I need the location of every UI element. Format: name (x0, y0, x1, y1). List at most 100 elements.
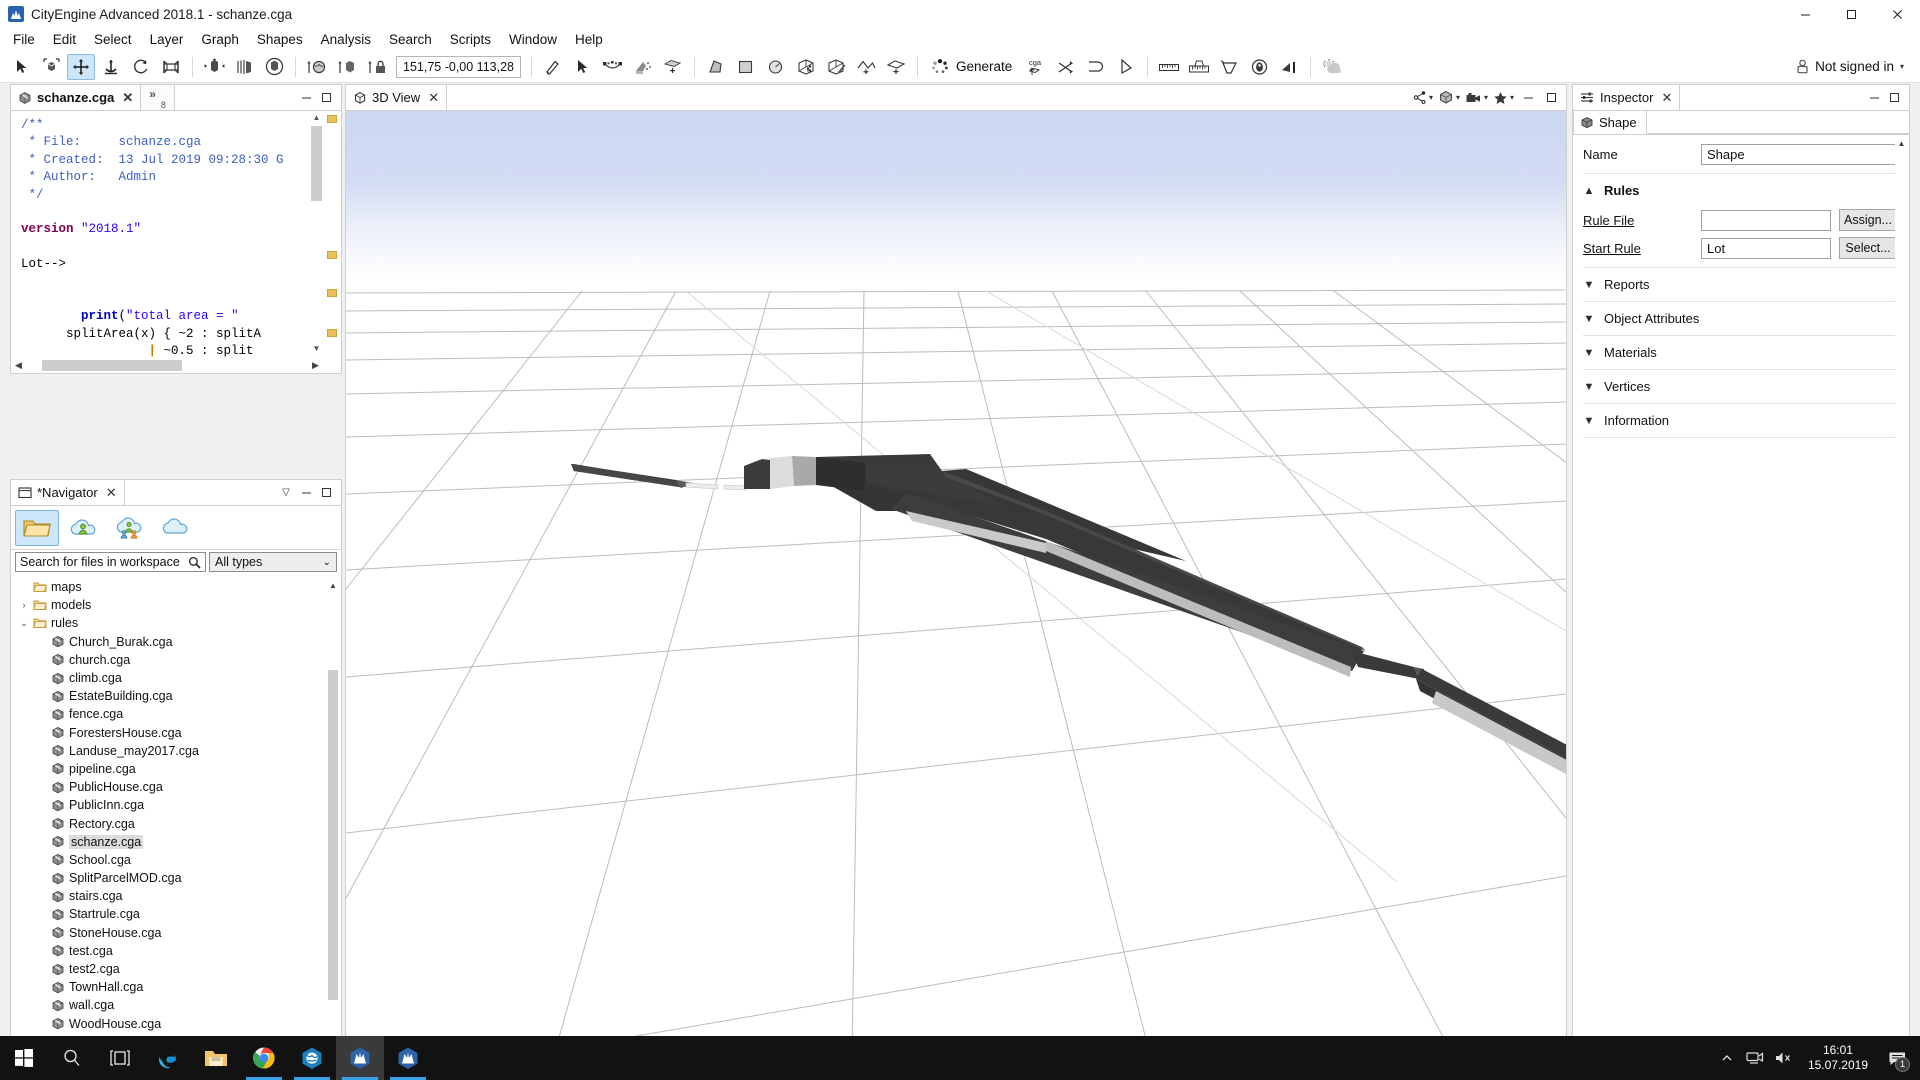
tree-folder-row[interactable]: ⌄ rules (11, 614, 341, 632)
navigator-vertical-scrollbar[interactable]: ▲ ▼ (326, 578, 340, 1080)
generate-button[interactable]: Generate (924, 54, 1021, 80)
editor-hscroll-thumb[interactable] (42, 360, 182, 371)
name-input[interactable]: Shape (1701, 144, 1897, 165)
menu-analysis[interactable]: Analysis (312, 30, 380, 49)
search-input-wrapper[interactable] (15, 552, 206, 572)
notification-center-button[interactable]: 1 (1880, 1036, 1914, 1080)
rectangular-shape-tool-icon[interactable] (732, 54, 760, 80)
tree-file-row[interactable]: SplitParcelMOD.cga (11, 869, 341, 887)
inspector-maximize-button[interactable] (1885, 89, 1903, 107)
groups-content-button[interactable] (107, 510, 151, 546)
duplicate-tool-icon[interactable] (230, 54, 258, 80)
plane-tool-icon[interactable] (882, 54, 910, 80)
tree-file-row[interactable]: schanze.cga (11, 833, 341, 851)
editor-scroll-up-icon[interactable]: ▲ (310, 111, 323, 124)
measure-tool-icon[interactable] (1155, 54, 1183, 80)
navigator-scroll-up-icon[interactable]: ▲ (326, 578, 340, 592)
my-content-button[interactable] (61, 510, 105, 546)
tree-file-row[interactable]: test2.cga (11, 960, 341, 978)
assign-button[interactable]: Assign... (1839, 209, 1897, 231)
inspector-minimize-button[interactable] (1865, 89, 1883, 107)
search-input[interactable] (20, 555, 188, 569)
viewport-maximize-button[interactable] (1542, 89, 1560, 107)
tray-expand-icon[interactable] (1714, 1036, 1740, 1080)
editor-tab-close-icon[interactable]: ✕ (122, 91, 133, 104)
volume-muted-icon[interactable] (1770, 1036, 1796, 1080)
section-materials[interactable]: ▼ Materials (1573, 336, 1909, 369)
camera-bookmark-button[interactable]: ▾ (1465, 91, 1488, 105)
tree-file-row[interactable]: School.cga (11, 851, 341, 869)
inspector-tab[interactable]: Inspector ✕ (1573, 85, 1681, 110)
menu-help[interactable]: Help (566, 30, 612, 49)
editor-tab-overflow[interactable]: » 8 (141, 85, 175, 110)
start-button[interactable] (0, 1036, 48, 1080)
editor-overview-ruler[interactable] (325, 111, 339, 355)
menu-search[interactable]: Search (380, 30, 441, 49)
navigator-minimize-button[interactable] (297, 484, 315, 502)
menu-window[interactable]: Window (500, 30, 566, 49)
tree-folder-row[interactable]: › models (11, 596, 341, 614)
measure-area-tool-icon[interactable] (1185, 54, 1213, 80)
tree-file-row[interactable]: fence.cga (11, 705, 341, 723)
window-maximize-button[interactable] (1828, 0, 1874, 28)
tree-file-row[interactable]: climb.cga (11, 669, 341, 687)
editor-vertical-scrollbar[interactable]: ▲ ▼ (310, 111, 323, 355)
editor-maximize-button[interactable] (317, 89, 335, 107)
menu-select[interactable]: Select (85, 30, 141, 49)
menu-scripts[interactable]: Scripts (441, 30, 500, 49)
navigator-view-menu-icon[interactable]: ▽ (277, 484, 295, 502)
viewport-3d-canvas[interactable] (346, 111, 1566, 1080)
menu-layer[interactable]: Layer (141, 30, 193, 49)
overview-marker[interactable] (327, 251, 337, 259)
tree-file-row[interactable]: test.cga (11, 942, 341, 960)
start-rule-input[interactable]: Lot (1701, 237, 1831, 259)
model-display-button[interactable]: ▾ (1438, 90, 1460, 105)
arcgis-earth-icon[interactable] (288, 1036, 336, 1080)
tree-file-row[interactable]: Rectory.cga (11, 814, 341, 832)
sun-tool-icon[interactable] (1318, 54, 1346, 80)
curve-street-tool-icon[interactable] (599, 54, 627, 80)
section-reports[interactable]: ▼ Reports (1573, 268, 1909, 301)
menu-shapes[interactable]: Shapes (248, 30, 312, 49)
start-rule-label[interactable]: Start Rule (1583, 241, 1693, 256)
editor-scroll-left-icon[interactable]: ◀ (11, 360, 26, 371)
editor-scroll-right-icon[interactable]: ▶ (308, 360, 323, 371)
align-scene-to-terrain-tool-icon[interactable] (303, 54, 331, 80)
section-rules[interactable]: ▲ Rules (1573, 174, 1909, 207)
window-minimize-button[interactable] (1782, 0, 1828, 28)
edge-icon[interactable] (144, 1036, 192, 1080)
tree-file-row[interactable]: Landuse_may2017.cga (11, 742, 341, 760)
stretch-tool-icon[interactable] (157, 54, 185, 80)
navigator-maximize-button[interactable] (317, 484, 335, 502)
network-icon[interactable] (1742, 1036, 1768, 1080)
align-shapes-tool-icon[interactable] (333, 54, 361, 80)
taskbar-clock[interactable]: 16:01 15.07.2019 (1798, 1036, 1878, 1080)
scale-tool-icon[interactable] (37, 54, 65, 80)
face-tool-icon[interactable] (792, 54, 820, 80)
shuffle-seed-tool-icon[interactable] (1052, 54, 1080, 80)
window-close-button[interactable] (1874, 0, 1920, 28)
editor-hscroll-track[interactable] (26, 360, 308, 371)
rule-file-label[interactable]: Rule File (1583, 213, 1693, 228)
street-creation-tool-icon[interactable] (569, 54, 597, 80)
share-view-button[interactable]: ▾ (1412, 90, 1433, 105)
viewport-tab-close-icon[interactable]: ✕ (428, 91, 439, 104)
tab-shape[interactable]: Shape (1573, 111, 1647, 134)
menu-graph[interactable]: Graph (192, 30, 248, 49)
move-tool-icon[interactable] (67, 53, 95, 80)
tree-file-row[interactable]: PublicInn.cga (11, 796, 341, 814)
terrain-brush-tool-icon[interactable] (629, 54, 657, 80)
menu-edit[interactable]: Edit (44, 30, 85, 49)
tree-file-row[interactable]: WoodHouse.cga (11, 1015, 341, 1033)
tree-file-row[interactable]: TownHall.cga (11, 978, 341, 996)
overview-marker[interactable] (327, 289, 337, 297)
cityengine-icon-1[interactable] (336, 1036, 384, 1080)
inspector-tab-close-icon[interactable]: ✕ (1661, 91, 1672, 104)
push-pull-tool-icon[interactable] (200, 54, 228, 80)
cga-generate-tool-icon[interactable]: cga (1022, 54, 1050, 80)
section-vertices[interactable]: ▼ Vertices (1573, 370, 1909, 403)
account-button[interactable]: Not signed in ▾ (1790, 54, 1914, 80)
lock-tool-icon[interactable] (363, 54, 391, 80)
tree-file-row[interactable]: Startrule.cga (11, 905, 341, 923)
polygonal-street-creation-tool-icon[interactable] (539, 54, 567, 80)
